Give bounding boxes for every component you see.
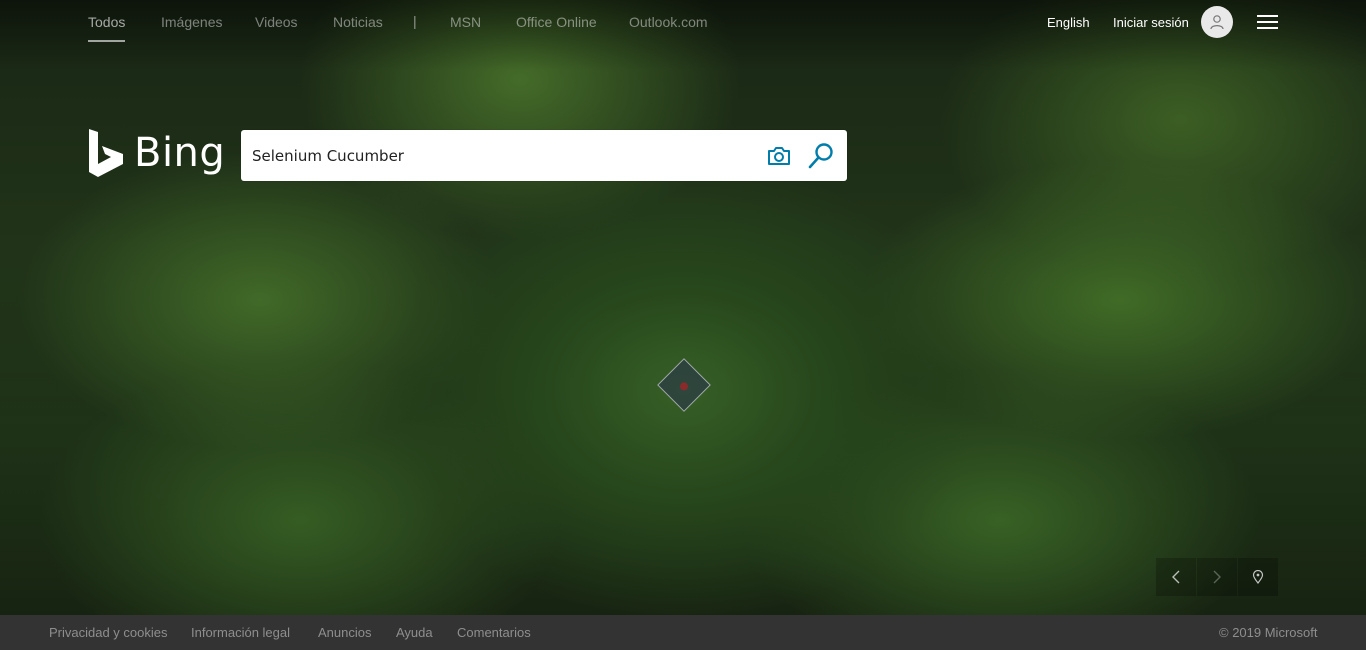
footer-link-feedback[interactable]: Comentarios <box>457 615 531 650</box>
scope-msn[interactable]: MSN <box>450 0 481 44</box>
search-input[interactable] <box>252 130 752 181</box>
footer-link-legal[interactable]: Información legal <box>191 615 290 650</box>
background-overlay <box>0 0 1366 615</box>
footer-link-privacy[interactable]: Privacidad y cookies <box>49 615 168 650</box>
scope-todos[interactable]: Todos <box>88 0 126 44</box>
copyright: © 2019 Microsoft <box>1219 625 1318 640</box>
search-icon[interactable] <box>806 141 836 171</box>
hotspot-dot <box>678 380 690 393</box>
user-icon[interactable] <box>1201 6 1233 38</box>
chevron-right-icon[interactable] <box>1197 558 1237 596</box>
top-navigation: Todos Imágenes Videos Noticias | MSN Off… <box>0 0 1366 44</box>
scope-noticias[interactable]: Noticias <box>333 0 383 44</box>
scope-outlook[interactable]: Outlook.com <box>629 0 708 44</box>
logo-text: Bing <box>134 130 226 176</box>
chevron-left-icon[interactable] <box>1156 558 1196 596</box>
search-box <box>241 130 847 181</box>
bing-mark-icon <box>89 129 123 177</box>
scope-imagenes[interactable]: Imágenes <box>161 0 222 44</box>
scope-videos[interactable]: Videos <box>255 0 298 44</box>
sign-in-link[interactable]: Iniciar sesión <box>1113 0 1189 44</box>
footer-link-help[interactable]: Ayuda <box>396 615 433 650</box>
footer-link-ads[interactable]: Anuncios <box>318 615 371 650</box>
footer: Privacidad y cookies Información legal A… <box>0 615 1366 650</box>
scope-separator: | <box>413 13 417 29</box>
location-pin-icon[interactable] <box>1238 558 1278 596</box>
camera-icon[interactable] <box>766 143 792 169</box>
language-link[interactable]: English <box>1047 0 1090 44</box>
scope-office-online[interactable]: Office Online <box>516 0 597 44</box>
bing-logo[interactable]: Bing <box>88 128 225 178</box>
hamburger-icon[interactable] <box>1257 13 1279 31</box>
